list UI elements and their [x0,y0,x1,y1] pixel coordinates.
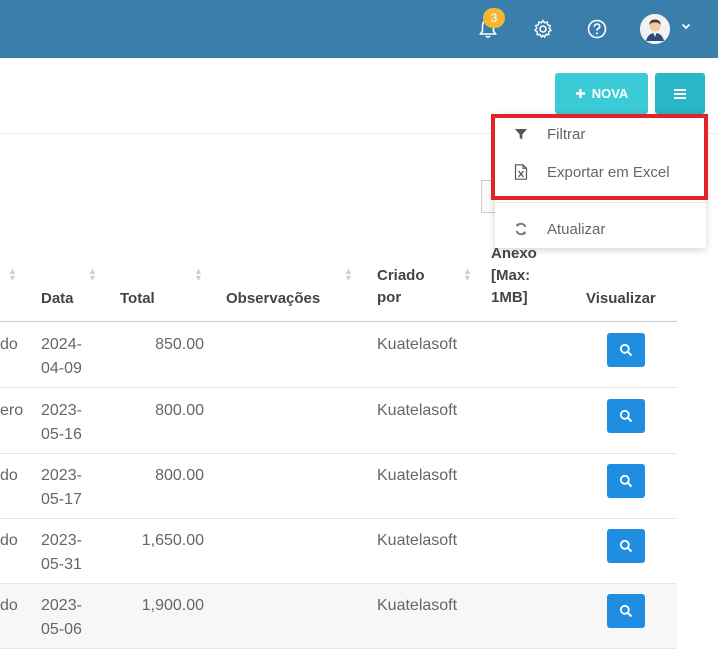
table-row: do 2023- 05-31 1,650.00 Kuatelasoft [0,519,677,584]
search-icon [619,409,633,423]
menu-item-atualizar[interactable]: Atualizar [495,211,706,247]
view-button[interactable] [607,529,645,563]
search-icon [619,474,633,488]
row-date: 2023- 05-16 [41,402,82,443]
row-total: 800.00 [155,402,204,419]
new-button[interactable]: NOVA [555,73,648,114]
table-row: do 2024- 04-09 850.00 Kuatelasoft [0,323,677,388]
row-date: 2023- 05-31 [41,532,82,573]
view-button[interactable] [607,333,645,367]
highlight-annotation-box [491,114,708,200]
menu-divider [495,202,706,203]
header-label-line: [Max: [491,267,531,284]
search-icon [619,539,633,553]
help-icon[interactable] [582,14,612,44]
row-truncated-cell: do [0,532,18,549]
column-header-criado-por[interactable]: Criado por [377,265,425,309]
user-avatar[interactable] [640,14,670,44]
row-date: 2023- 05-06 [41,597,82,638]
column-header-anexo[interactable]: Anexo [Max: 1MB] [491,243,537,309]
header-label-line: por [377,289,402,306]
row-date: 2023- 05-17 [41,467,82,508]
row-total: 800.00 [155,467,204,484]
chevron-down-icon[interactable] [681,20,691,34]
options-menu-button[interactable] [655,73,705,114]
search-icon [619,604,633,618]
view-button[interactable] [607,399,645,433]
row-criado-por: Kuatelasoft [377,467,458,484]
refresh-icon [495,222,547,236]
menu-item-label: Atualizar [547,220,606,238]
gear-icon[interactable] [528,14,558,44]
header-label-line: Criado [377,267,425,284]
row-total: 850.00 [155,336,204,353]
table-row: ero 2023- 05-16 800.00 Kuatelasoft [0,389,677,454]
column-header-total[interactable]: Total [120,288,155,310]
row-criado-por: Kuatelasoft [377,532,458,549]
notifications-count-badge: 3 [483,8,505,28]
sort-icon[interactable]: ▲ ▼ [463,267,472,283]
table-header-divider [0,321,677,322]
column-header-observacoes[interactable]: Observações [226,288,320,310]
row-truncated-cell: do [0,467,18,484]
table-row: do 2023- 05-17 800.00 Kuatelasoft [0,454,677,519]
row-total: 1,650.00 [141,532,204,549]
row-criado-por: Kuatelasoft [377,336,458,353]
row-total: 1,900.00 [141,597,204,614]
hamburger-icon [674,88,686,99]
header-label-line: 1MB] [491,289,528,306]
plus-icon [575,89,585,98]
new-button-label: NOVA [591,86,629,101]
row-criado-por: Kuatelasoft [377,402,458,419]
view-button[interactable] [607,594,645,628]
sort-icon[interactable]: ▲ ▼ [344,267,353,283]
sort-icon[interactable]: ▲ ▼ [88,267,97,283]
row-truncated-cell: do [0,597,18,614]
view-button[interactable] [607,464,645,498]
row-truncated-cell: do [0,336,18,353]
header-label-line: Anexo [491,245,537,262]
column-header-visualizar: Visualizar [586,290,656,307]
table-row: do 2023- 05-06 1,900.00 Kuatelasoft [0,584,677,649]
row-truncated-cell: ero [0,402,24,419]
sort-icon[interactable]: ▲ ▼ [8,267,17,283]
row-date: 2024- 04-09 [41,336,82,377]
search-icon [619,343,633,357]
column-header-data[interactable]: Data [41,288,74,310]
sort-icon[interactable]: ▲ ▼ [194,267,203,283]
row-criado-por: Kuatelasoft [377,597,458,614]
